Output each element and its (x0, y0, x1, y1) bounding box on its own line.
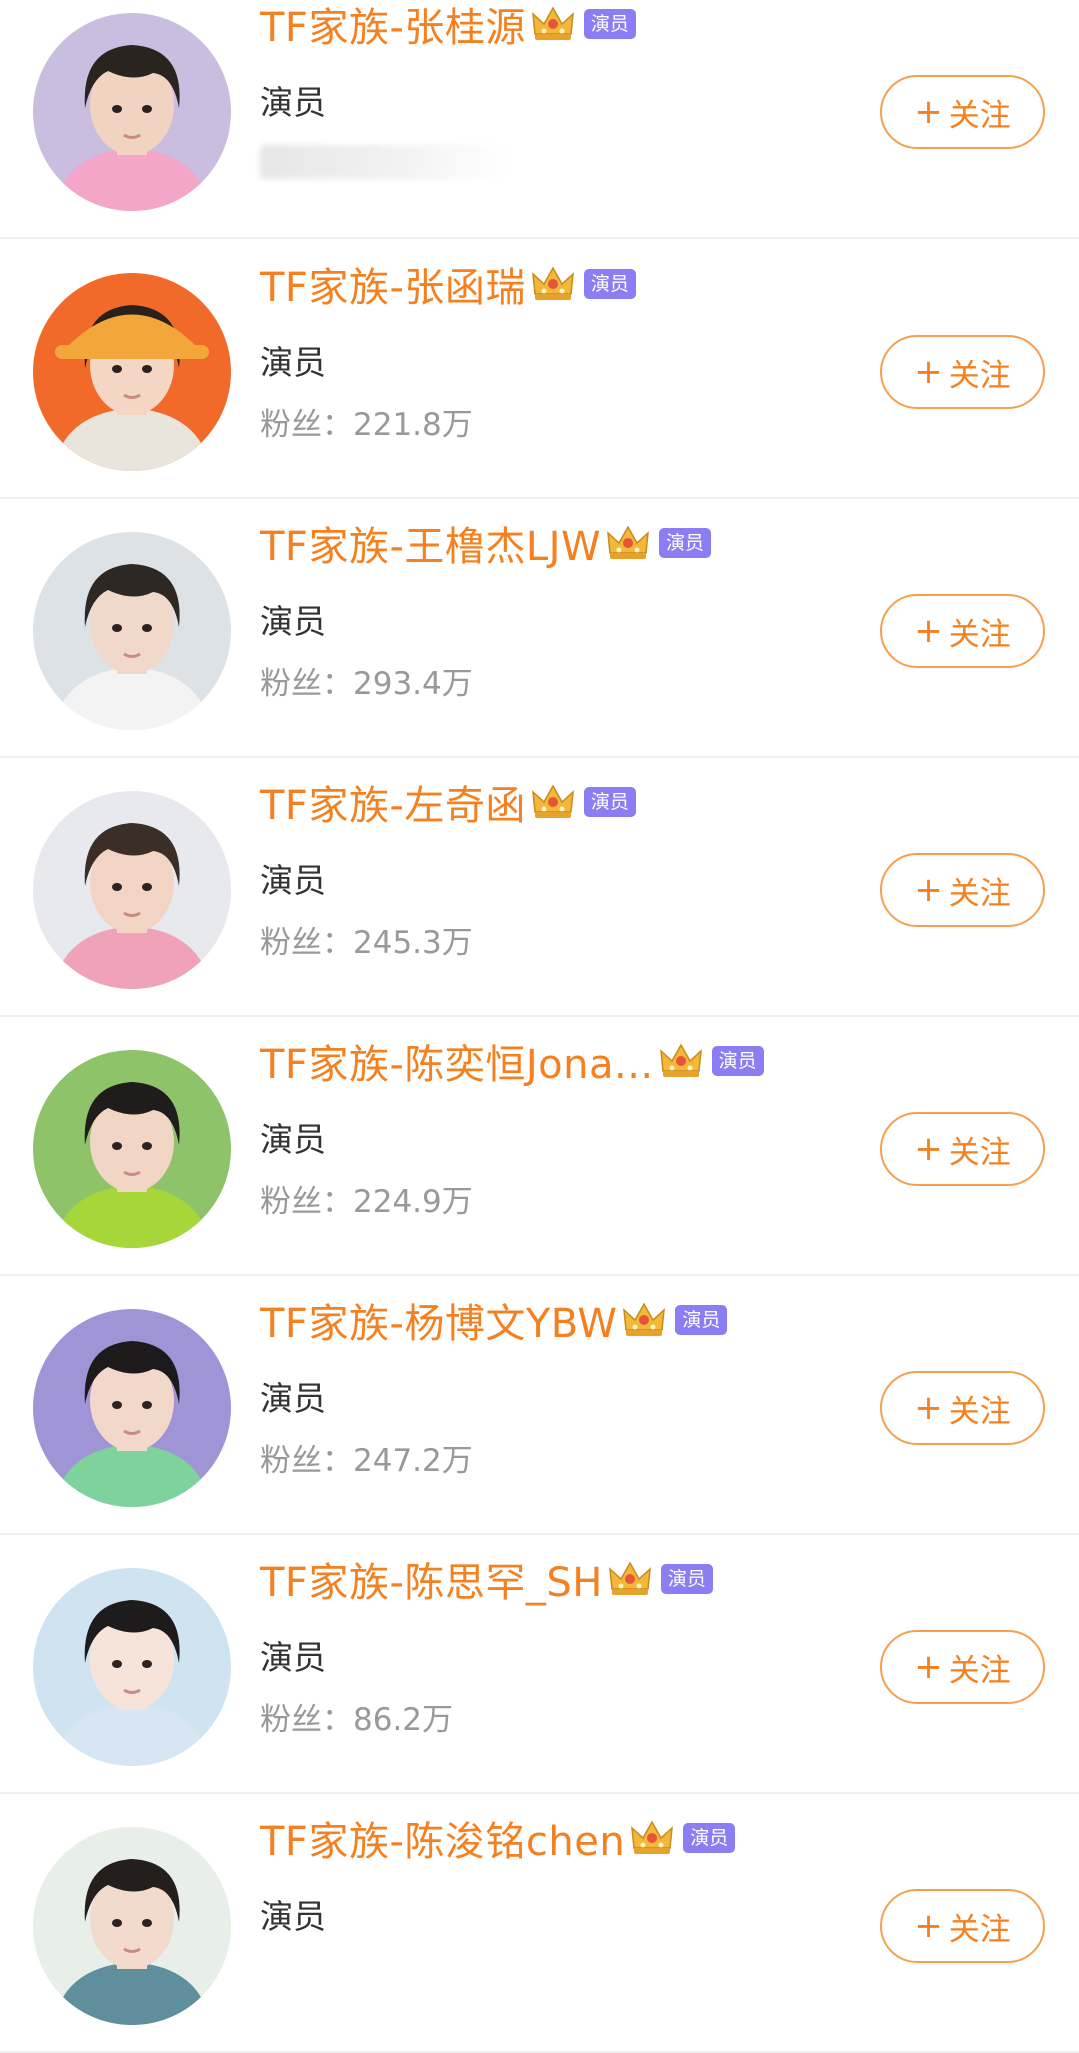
role-badge: 演员 (659, 528, 712, 558)
name-line: TF家族-陈奕恒Jona... 演员 (260, 1031, 764, 1091)
role-badge: 演员 (583, 9, 636, 39)
follow-label: 关注 (948, 97, 1011, 134)
plus-icon: + (914, 1906, 943, 1946)
role-label: 演员 (260, 1897, 326, 1936)
account-name[interactable]: TF家族-张函瑞 (260, 255, 526, 313)
plus-icon: + (914, 870, 943, 910)
avatar[interactable] (33, 791, 231, 989)
follow-button[interactable]: + 关注 (880, 594, 1045, 668)
avatar[interactable] (33, 1309, 231, 1507)
list-item[interactable]: TF家族-杨博文YBW 演员 演员 粉丝：247.2万 + 关注 (0, 1276, 1079, 1535)
list-item[interactable]: TF家族-王橹杰LJW 演员 演员 粉丝：293.4万 + 关注 (0, 499, 1079, 758)
account-name[interactable]: TF家族-陈奕恒Jona... (260, 1032, 654, 1090)
name-line: TF家族-陈浚铭chen 演员 (260, 1808, 736, 1868)
follow-button[interactable]: + 关注 (880, 1371, 1045, 1445)
role-badge: 演员 (711, 1046, 764, 1076)
fan-count: 粉丝：221.8万 (260, 407, 473, 443)
name-line: TF家族-陈思罕_SH 演员 (260, 1549, 713, 1609)
fan-count-blurred (260, 145, 510, 179)
fan-count: 粉丝：224.9万 (260, 1184, 473, 1220)
plus-icon: + (914, 611, 943, 651)
user-list: TF家族-张桂源 演员 演员 + 关注 TF家族-张函瑞 演员 演员 粉丝：221.8万 +… (0, 0, 1079, 2053)
role-badge: 演员 (675, 1305, 728, 1335)
crown-icon (530, 4, 576, 44)
avatar[interactable] (33, 1827, 231, 2025)
list-item[interactable]: TF家族-陈浚铭chen 演员 演员 + 关注 (0, 1794, 1079, 2053)
role-label: 演员 (260, 343, 326, 382)
follow-label: 关注 (948, 1911, 1011, 1948)
account-name[interactable]: TF家族-王橹杰LJW (260, 514, 601, 572)
crown-icon (621, 1300, 667, 1340)
role-label: 演员 (260, 1120, 326, 1159)
role-badge: 演员 (583, 787, 636, 817)
follow-button[interactable]: + 关注 (880, 75, 1045, 149)
crown-icon (658, 1041, 704, 1081)
follow-button[interactable]: + 关注 (880, 335, 1045, 409)
list-item[interactable]: TF家族-陈思罕_SH 演员 演员 粉丝：86.2万 + 关注 (0, 1535, 1079, 1794)
name-line: TF家族-左奇函 演员 (260, 772, 636, 832)
role-label: 演员 (260, 1379, 326, 1418)
fan-count: 粉丝：293.4万 (260, 666, 473, 702)
role-badge: 演员 (583, 269, 636, 299)
plus-icon: + (914, 1388, 943, 1428)
name-line: TF家族-杨博文YBW 演员 (260, 1290, 728, 1350)
name-line: TF家族-张函瑞 演员 (260, 254, 636, 314)
fan-count: 粉丝：86.2万 (260, 1702, 454, 1738)
fan-count: 粉丝：247.2万 (260, 1443, 473, 1479)
account-name[interactable]: TF家族-张桂源 (260, 0, 526, 53)
list-item[interactable]: TF家族-张函瑞 演员 演员 粉丝：221.8万 + 关注 (0, 240, 1079, 499)
plus-icon: + (914, 1129, 943, 1169)
follow-button[interactable]: + 关注 (880, 1112, 1045, 1186)
crown-icon (530, 782, 576, 822)
avatar[interactable] (33, 273, 231, 471)
role-label: 演员 (260, 602, 326, 641)
follow-label: 关注 (948, 1393, 1011, 1430)
follow-label: 关注 (948, 1652, 1011, 1689)
fan-count: 粉丝：245.3万 (260, 925, 473, 961)
account-name[interactable]: TF家族-左奇函 (260, 773, 526, 831)
avatar[interactable] (33, 532, 231, 730)
follow-button[interactable]: + 关注 (880, 1630, 1045, 1704)
avatar[interactable] (33, 1568, 231, 1766)
crown-icon (629, 1818, 675, 1858)
plus-icon: + (914, 92, 943, 132)
role-badge: 演员 (660, 1564, 713, 1594)
avatar[interactable] (33, 13, 231, 211)
avatar[interactable] (33, 1050, 231, 1248)
follow-label: 关注 (948, 616, 1011, 653)
role-label: 演员 (260, 83, 326, 122)
follow-label: 关注 (948, 875, 1011, 912)
follow-button[interactable]: + 关注 (880, 1889, 1045, 1963)
crown-icon (530, 264, 576, 304)
plus-icon: + (914, 352, 943, 392)
plus-icon: + (914, 1647, 943, 1687)
follow-label: 关注 (948, 1134, 1011, 1171)
follow-button[interactable]: + 关注 (880, 853, 1045, 927)
role-badge: 演员 (683, 1823, 736, 1853)
crown-icon (607, 1559, 653, 1599)
account-name[interactable]: TF家族-陈思罕_SH (260, 1550, 603, 1608)
account-name[interactable]: TF家族-陈浚铭chen (260, 1809, 625, 1867)
list-item[interactable]: TF家族-张桂源 演员 演员 + 关注 (0, 0, 1079, 239)
follow-label: 关注 (948, 357, 1011, 394)
list-item[interactable]: TF家族-左奇函 演员 演员 粉丝：245.3万 + 关注 (0, 758, 1079, 1017)
name-line: TF家族-张桂源 演员 (260, 0, 636, 54)
role-label: 演员 (260, 861, 326, 900)
crown-icon (605, 523, 651, 563)
name-line: TF家族-王橹杰LJW 演员 (260, 513, 712, 573)
list-item[interactable]: TF家族-陈奕恒Jona... 演员 演员 粉丝：224.9万 + 关注 (0, 1017, 1079, 1276)
account-name[interactable]: TF家族-杨博文YBW (260, 1291, 617, 1349)
role-label: 演员 (260, 1638, 326, 1677)
